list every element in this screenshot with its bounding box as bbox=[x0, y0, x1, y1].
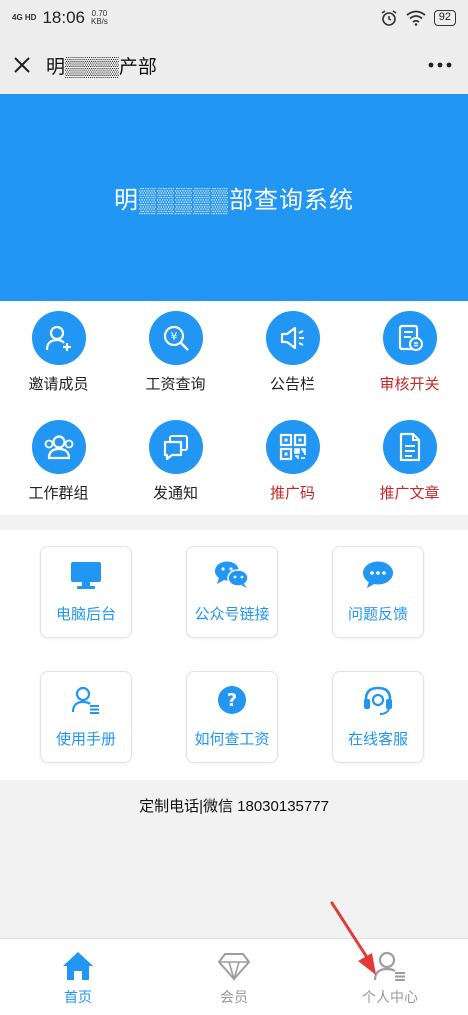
status-bar: 4G HD 18:06 0.70 KB/s 92 bbox=[0, 0, 468, 36]
banner: 明▒▒▒▒▒部查询系统 bbox=[0, 94, 468, 301]
nav-home[interactable]: 首页 bbox=[0, 939, 156, 1015]
audit-switch-item[interactable]: 审核开关 bbox=[351, 311, 468, 394]
work-group-item[interactable]: 工作群组 bbox=[0, 420, 117, 503]
monitor-icon bbox=[71, 562, 101, 589]
audit-icon bbox=[382, 311, 437, 365]
alarm-icon bbox=[381, 10, 397, 26]
banner-title: 明▒▒▒▒▒部查询系统 bbox=[113, 187, 355, 214]
promo-article-item[interactable]: 推广文章 bbox=[351, 420, 468, 503]
user-manual-icon bbox=[71, 686, 99, 714]
chat-bubble-icon bbox=[363, 561, 393, 588]
question-icon: ? bbox=[218, 686, 246, 714]
close-button[interactable] bbox=[0, 36, 44, 94]
salary-help-card[interactable]: ? 如何查工资 bbox=[186, 671, 278, 763]
wechat-icon bbox=[215, 561, 249, 588]
promo-code-item[interactable]: 推广码 bbox=[234, 420, 351, 503]
invite-member-item[interactable]: 邀请成员 bbox=[0, 311, 117, 394]
contact-info: 定制电话|微信 18030135777 bbox=[139, 798, 329, 815]
network-indicator: 4G HD bbox=[12, 13, 37, 22]
wifi-icon bbox=[406, 10, 426, 26]
document-icon bbox=[382, 420, 437, 474]
add-user-icon bbox=[31, 311, 86, 365]
salary-query-item[interactable]: ¥ 工资查询 bbox=[117, 311, 234, 394]
diamond-icon bbox=[218, 953, 250, 981]
wechat-link-card[interactable]: 公众号链接 bbox=[186, 546, 278, 638]
page-title: 明▒▒▒▒产部 bbox=[46, 56, 157, 78]
annotation-arrow-icon bbox=[330, 901, 376, 975]
megaphone-icon bbox=[265, 311, 320, 365]
bulletin-item[interactable]: 公告栏 bbox=[234, 311, 351, 394]
salary-search-icon: ¥ bbox=[148, 311, 203, 365]
pc-backend-card[interactable]: 电脑后台 bbox=[40, 546, 132, 638]
feature-grid: 邀请成员 ¥ 工资查询 公告栏 审核开关 工作群组 发通知 推广码 推广文章 bbox=[0, 301, 468, 515]
send-notice-item[interactable]: 发通知 bbox=[117, 420, 234, 503]
qr-code-icon bbox=[265, 420, 320, 474]
svg-text:¥: ¥ bbox=[170, 330, 177, 343]
battery-indicator: 92 bbox=[433, 10, 456, 26]
group-icon bbox=[31, 420, 86, 474]
bottom-nav: 首页 会员 个人中心 bbox=[0, 938, 468, 1015]
message-icon bbox=[148, 420, 203, 474]
title-bar: 明▒▒▒▒产部 bbox=[0, 36, 468, 94]
more-dots-icon bbox=[428, 62, 452, 68]
feedback-card[interactable]: 问题反馈 bbox=[332, 546, 424, 638]
network-speed: 0.70 KB/s bbox=[91, 9, 108, 26]
nav-member[interactable]: 会员 bbox=[156, 939, 312, 1015]
more-button[interactable] bbox=[412, 36, 468, 94]
user-manual-card[interactable]: 使用手册 bbox=[40, 671, 132, 763]
home-icon bbox=[63, 952, 93, 980]
online-service-card[interactable]: 在线客服 bbox=[332, 671, 424, 763]
headset-icon bbox=[364, 686, 392, 715]
tools-grid: 电脑后台 公众号链接 问题反馈 使用手册 ? 如何查工资 在线客服 bbox=[0, 530, 468, 780]
clock: 18:06 bbox=[42, 8, 85, 27]
svg-text:?: ? bbox=[227, 690, 237, 711]
close-icon bbox=[14, 57, 30, 73]
